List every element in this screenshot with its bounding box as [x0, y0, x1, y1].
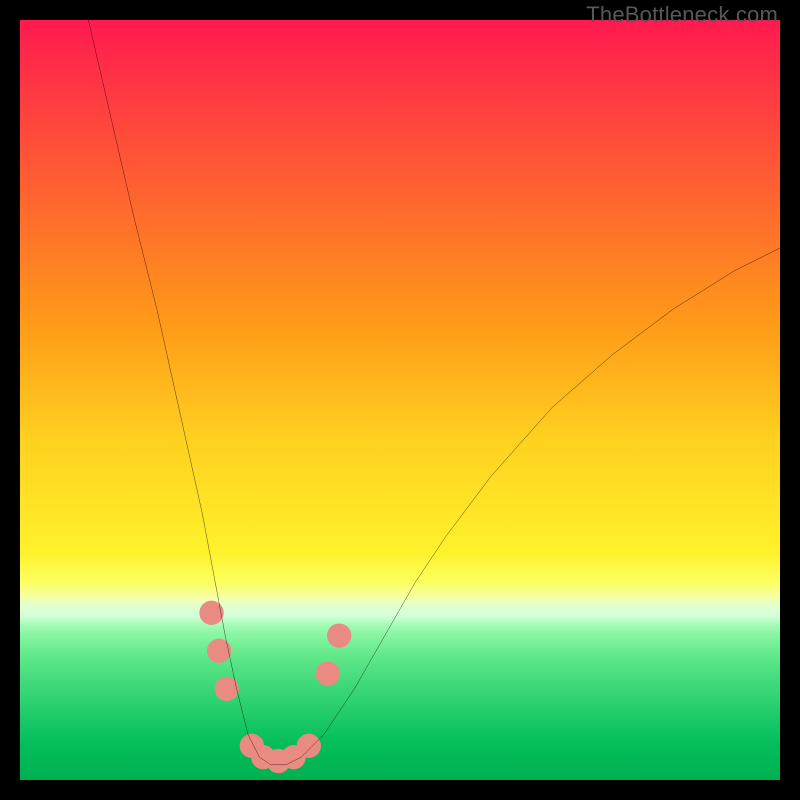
data-marker — [316, 661, 340, 685]
bottleneck-curve — [88, 20, 780, 765]
curve-layer — [20, 20, 780, 780]
data-marker — [207, 639, 231, 663]
data-marker — [327, 623, 351, 647]
plot-area — [20, 20, 780, 780]
marker-group — [199, 601, 351, 774]
chart-frame: TheBottleneck.com — [0, 0, 800, 800]
watermark-text: TheBottleneck.com — [586, 2, 778, 28]
data-marker — [297, 734, 321, 758]
data-marker — [215, 677, 239, 701]
data-marker — [199, 601, 223, 625]
